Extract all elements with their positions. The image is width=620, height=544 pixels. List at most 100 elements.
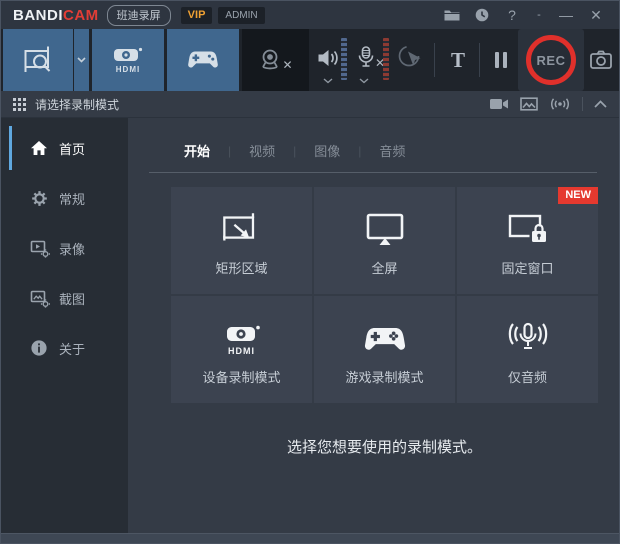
gear-icon [30,189,50,208]
speaker-dropdown-chevron-icon[interactable] [320,76,336,86]
microphone-settings-button[interactable]: ✕ [353,39,387,77]
pause-icon [495,52,499,68]
mode-card-label: 游戏录制模式 [345,367,423,386]
toolbar-divider [479,43,480,77]
mode-card-rectangle-area[interactable]: 矩形区域 [171,187,312,294]
main-area: 首页 常规 录像 截图 关于 开始 | 视频 [1,118,619,533]
help-icon: ? [508,7,516,23]
close-button[interactable]: ✕ [581,2,611,28]
cursor-click-icon [396,44,424,74]
clock-icon [474,7,490,23]
sidebar-item-label: 关于 [59,339,85,358]
pause-icon [503,52,507,68]
record-button-area: REC [518,29,584,91]
game-recording-mode-button[interactable] [167,29,239,91]
window-bottom-edge [1,533,619,543]
mode-card-label: 矩形区域 [215,258,267,277]
gamepad-icon [362,296,408,358]
recording-mode-dropdown[interactable] [74,29,89,91]
title-bar: BANDICAM 班迪录屏 VIP ADMIN ? - — ✕ [1,1,619,29]
sidebar-item-about[interactable]: 关于 [1,323,128,373]
minimize-icon: — [559,7,573,23]
sidebar-item-screenshot[interactable]: 截图 [1,273,128,323]
close-icon: ✕ [590,7,602,24]
mode-select-title: 请选择录制模式 [35,96,119,113]
text-overlay-button[interactable]: T [444,29,472,91]
screenshot-button[interactable] [586,29,616,91]
tab-bar: 开始 | 视频 | 图像 | 音频 [184,141,619,160]
mode-card-label: 设备录制模式 [202,367,280,386]
video-output-button[interactable] [489,97,509,111]
rec-button[interactable]: REC [526,35,576,85]
gamepad-icon [186,48,220,72]
toolbar-divider [434,43,435,77]
fixed-window-lock-icon [506,187,550,249]
tab-separator: | [228,144,231,158]
screen-recording-mode-button[interactable] [3,29,73,91]
tab-image[interactable]: 图像 [314,141,340,160]
hdmi-label: HDMI [228,346,255,356]
home-icon [30,140,50,156]
folder-icon [443,8,461,22]
recording-toolbar: HDMI ✕ ✕ [1,29,619,91]
new-badge: NEW [558,187,598,204]
schedule-button[interactable] [467,2,497,28]
rec-label: REC [537,53,566,68]
sidebar-item-video[interactable]: 录像 [1,223,128,273]
microphone-dropdown-chevron-icon[interactable] [356,76,372,86]
mode-card-game-recording[interactable]: 游戏录制模式 [314,296,455,403]
sidebar-item-label: 首页 [59,139,85,158]
tab-separator: | [358,144,361,158]
mode-card-audio-only[interactable]: 仅音频 [457,296,598,403]
info-icon [30,339,50,357]
camera-icon [589,49,613,71]
device-recording-mode-button[interactable]: HDMI [92,29,164,91]
webcam-icon [258,47,284,73]
bandicam-logo: BANDICAM [13,7,99,24]
minimize-to-tray-button[interactable]: - [527,2,551,28]
tab-video[interactable]: 视频 [249,141,275,160]
pause-button[interactable] [488,29,514,91]
text-tool-icon: T [451,48,465,73]
image-icon [520,97,538,111]
minimize-button[interactable]: — [551,2,581,28]
audio-only-mic-icon [505,296,551,358]
open-folder-button[interactable] [437,2,467,28]
tab-start[interactable]: 开始 [184,141,210,160]
tab-underline [149,172,597,173]
microphone-icon [355,45,377,71]
sidebar-item-label: 录像 [59,239,85,258]
sidebar-item-label: 常规 [59,189,85,208]
admin-badge: ADMIN [218,7,264,24]
sidebar-item-general[interactable]: 常规 [1,173,128,223]
mode-card-label: 固定窗口 [501,258,553,277]
hdmi-device-icon: HDMI [220,296,264,358]
mouse-click-effect-button[interactable] [396,44,424,76]
broadcast-button[interactable] [549,97,571,111]
image-output-button[interactable] [520,97,538,111]
speaker-level-meter [341,38,347,80]
speaker-icon [316,46,340,70]
tab-separator: | [293,144,296,158]
collapse-panel-button[interactable] [594,100,607,108]
speaker-settings-button[interactable] [315,39,341,77]
microphone-level-meter [383,38,389,80]
sidebar-item-home[interactable]: 首页 [1,123,128,173]
tab-audio[interactable]: 音频 [379,141,405,160]
mode-card-fixed-window[interactable]: NEW 固定窗口 [457,187,598,294]
logo-text-cam: CAM [63,7,99,24]
help-button[interactable]: ? [497,2,527,28]
video-settings-icon [30,239,50,258]
broadcast-icon [549,97,571,111]
mode-card-device-recording[interactable]: HDMI 设备录制模式 [171,296,312,403]
screenshot-settings-icon [30,289,50,308]
rectangle-select-icon [22,45,54,75]
vip-badge: VIP [181,7,213,24]
mode-hint-text: 选择您想要使用的录制模式。 [171,436,598,457]
subheader-divider [582,97,583,111]
webcam-toggle-button[interactable]: ✕ [242,29,309,91]
tray-dash-icon: - [537,9,541,21]
mode-cards-grid: 矩形区域 全屏 NEW [171,187,598,403]
mode-card-fullscreen[interactable]: 全屏 [314,187,455,294]
chevron-up-icon [594,100,607,108]
